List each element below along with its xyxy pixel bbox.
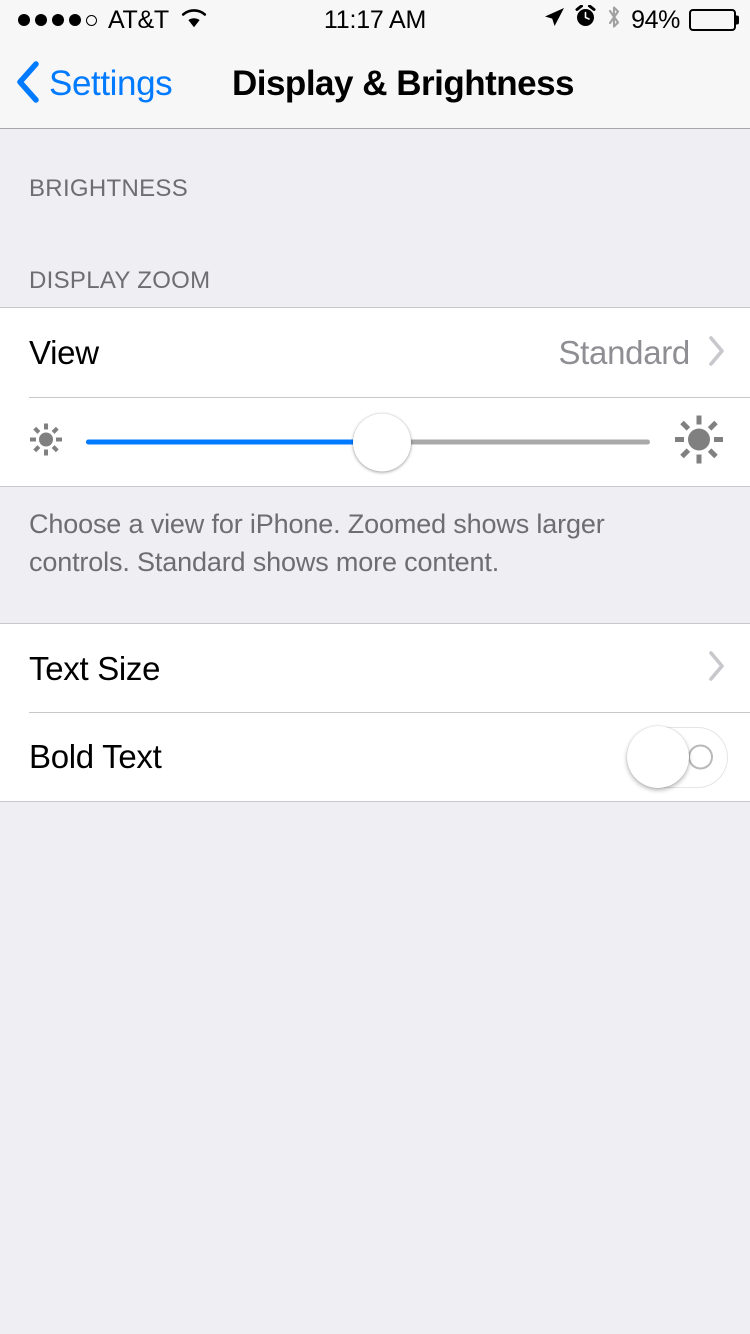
sun-small-icon [26, 420, 66, 465]
row-bold-text-right [627, 726, 750, 788]
slider-track[interactable] [86, 413, 650, 471]
toggle-knob[interactable] [627, 726, 689, 788]
row-view[interactable]: View Standard [0, 308, 750, 398]
row-view-right: Standard [558, 334, 750, 372]
page-title: Display & Brightness [231, 64, 575, 103]
text-settings-group: Text Size Bold Text [0, 623, 750, 802]
battery-percent-label: 94% [631, 5, 680, 34]
battery-icon [689, 9, 739, 31]
toggle-off-indicator [688, 744, 713, 770]
bluetooth-icon [606, 5, 622, 36]
section-header-display-zoom: DISPLAY ZOOM [29, 267, 211, 294]
alarm-clock-icon [574, 4, 597, 35]
status-bar: AT&T 11:17 AM 94% [0, 0, 750, 40]
row-view-value: Standard [558, 334, 690, 371]
row-view-label: View [29, 334, 99, 371]
slider-thumb[interactable] [353, 413, 412, 471]
settings-content: BRIGHTNESS DISPLAY ZOOM View Standard Ch… [0, 129, 750, 802]
row-brightness-slider[interactable] [0, 398, 750, 486]
row-text-size-right [708, 650, 750, 687]
status-bar-right: 94% [543, 4, 739, 36]
row-bold-text[interactable]: Bold Text [0, 713, 750, 801]
row-bold-text-label: Bold Text [29, 738, 162, 775]
display-zoom-group: View Standard [0, 307, 750, 487]
section-header-brightness: BRIGHTNESS [29, 175, 189, 202]
brightness-slider[interactable] [0, 398, 750, 486]
row-text-size-label: Text Size [29, 649, 161, 687]
navigation-bar: Settings Display & Brightness [0, 40, 750, 129]
chevron-right-icon [708, 335, 726, 372]
row-text-size[interactable]: Text Size [0, 624, 750, 713]
location-arrow-icon [543, 6, 565, 35]
display-zoom-footer-note: Choose a view for iPhone. Zoomed shows l… [29, 509, 605, 577]
chevron-right-icon [708, 650, 726, 687]
sun-large-icon [670, 411, 728, 474]
slider-fill [86, 439, 383, 445]
toggle-switch-off-icon[interactable] [627, 726, 728, 788]
